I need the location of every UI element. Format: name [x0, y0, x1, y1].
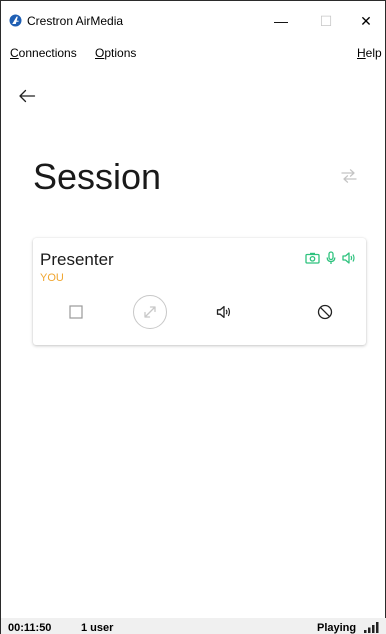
page-title: Session: [33, 156, 162, 197]
block-button[interactable]: [307, 294, 343, 330]
menu-connections[interactable]: Connections: [10, 46, 77, 60]
block-icon: [317, 304, 333, 320]
menu-options[interactable]: Options: [95, 46, 136, 60]
stop-icon: [69, 305, 83, 319]
menu-help-label: elp: [365, 46, 382, 60]
session-timer: 00:11:50: [8, 622, 52, 634]
camera-icon: [305, 252, 320, 264]
close-icon: ✕: [360, 12, 372, 29]
close-button[interactable]: ✕: [351, 8, 381, 34]
menu-help[interactable]: Help: [357, 46, 382, 60]
crestron-logo-icon: [9, 14, 22, 27]
fullscreen-ring: [133, 295, 167, 329]
menu-connections-label: onnections: [18, 46, 77, 60]
fullscreen-button[interactable]: [132, 294, 168, 330]
title-bar[interactable]: Crestron AirMedia — ☐ ✕: [1, 1, 385, 35]
presenter-card: Presenter YOU: [33, 238, 366, 345]
audio-button[interactable]: [206, 294, 242, 330]
arrow-left-icon: [19, 89, 36, 103]
stop-button[interactable]: [58, 294, 94, 330]
menu-help-mnemonic: H: [357, 46, 366, 60]
maximize-icon: ☐: [319, 12, 333, 29]
minimize-button[interactable]: —: [266, 8, 296, 34]
presenter-name: Presenter: [40, 250, 114, 269]
user-count: 1 user: [81, 622, 114, 634]
fullscreen-icon: [144, 306, 156, 318]
minimize-icon: —: [274, 13, 288, 29]
app-window: Crestron AirMedia — ☐ ✕ Connections Opti…: [0, 0, 386, 634]
maximize-button[interactable]: ☐: [311, 8, 341, 34]
status-bar: 00:11:50 1 user Playing: [1, 618, 386, 634]
back-button[interactable]: [15, 85, 39, 107]
speaker-icon: [216, 305, 231, 319]
signal-bars-icon: [363, 621, 381, 633]
menu-options-mnemonic: O: [95, 46, 105, 60]
menu-options-label: ptions: [104, 46, 137, 60]
speaker-icon: [342, 252, 355, 264]
window-title: Crestron AirMedia: [27, 14, 124, 28]
presenter-status-icons: [305, 251, 356, 265]
playback-state: Playing: [317, 622, 357, 634]
you-badge: YOU: [40, 272, 64, 284]
swap-arrows-icon[interactable]: [339, 168, 359, 184]
menu-connections-mnemonic: C: [10, 46, 19, 60]
microphone-icon: [326, 251, 336, 264]
menu-bar: Connections Options Help: [1, 42, 385, 62]
